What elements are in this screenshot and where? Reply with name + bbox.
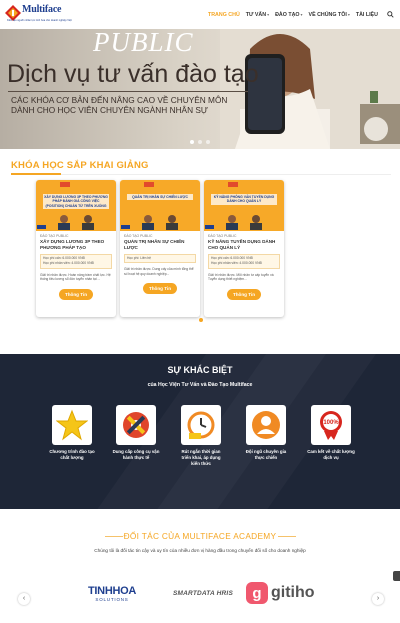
- course-fee: Học phí: Liên hệ: [127, 256, 152, 260]
- svg-text:100%: 100%: [323, 420, 339, 426]
- feature-item: Đội ngũ chuyên gia thực chiến: [242, 405, 290, 461]
- star-icon: [56, 409, 88, 441]
- course-info-button[interactable]: Thông Tin: [143, 283, 177, 295]
- section-divider-accent: [11, 173, 61, 175]
- feature-label: Chương trình đào tạo chất lượng: [49, 449, 95, 461]
- section-divider: [11, 174, 391, 175]
- partner-logo-smartdata[interactable]: SMARTDATA HRIS: [173, 578, 233, 608]
- course-card[interactable]: KỸ NĂNG PHỎNG VẤN TUYỂN DỤNG DÀNH CHO QU…: [204, 180, 284, 317]
- course-fee-box: Học phí cấn: 6.000.000 VNĐ Học phí nhân …: [208, 254, 280, 269]
- course-image: QUẢN TRỊ NHÂN SỰ CHIẾN LƯỢC: [120, 180, 200, 231]
- brand-badge: [121, 225, 130, 229]
- nav-item-home[interactable]: TRANG CHỦ: [208, 12, 240, 18]
- courses-section-title: KHÓA HỌC SẮP KHAI GIẢNG: [11, 160, 149, 171]
- brand-badge: [37, 225, 46, 229]
- difference-subtitle: của Học Viện Tư Vấn và Đào Tạo Multiface: [147, 382, 253, 388]
- course-fee-staff: Học phí nhân viên: 4.000.000 VNĐ: [43, 261, 94, 266]
- course-image-caption: QUẢN TRỊ NHÂN SỰ CHIẾN LƯỢC: [127, 194, 193, 201]
- slide-dot[interactable]: [206, 140, 210, 144]
- partners-title: ĐỐI TÁC CỦA MULTIFACE ACADEMY: [123, 531, 277, 541]
- nav-item-consulting[interactable]: TƯ VẤN ▾: [246, 12, 269, 18]
- course-image-caption: XÂY DỰNG LƯƠNG 3P THEO PHƯƠNG PHÁP ĐÁNH …: [43, 194, 109, 209]
- svg-text:g: g: [252, 585, 261, 602]
- hero-photo: [220, 29, 400, 149]
- chevron-down-icon: ▾: [300, 12, 303, 17]
- brand-badge: [205, 225, 214, 229]
- course-name[interactable]: KỸ NĂNG TUYỂN DỤNG DÀNH CHO QUẢN LÝ: [208, 239, 280, 251]
- difference-section: SỰ KHÁC BIỆT của Học Viện Tư Vấn và Đào …: [0, 354, 400, 509]
- hero-overlay-word: PUBLIC: [93, 29, 194, 57]
- hero-subtitle-line1: CÁC KHÓA CƠ BẢN ĐẾN NÂNG CAO VỀ CHUYÊN M…: [11, 95, 228, 105]
- partner-name: gitiho: [271, 584, 315, 601]
- partner-sub: SOLUTIONS: [95, 596, 129, 602]
- feature-item: Dung cấp công cụ vận hành thực tế: [112, 405, 160, 461]
- gitiho-mark-icon: g: [246, 582, 268, 604]
- course-name[interactable]: QUẢN TRỊ NHÂN SỰ CHIẾN LƯỢC: [124, 239, 196, 251]
- side-tab[interactable]: [393, 571, 400, 581]
- partner-logo-tinhhoa[interactable]: TINHHOA SOLUTIONS: [88, 578, 136, 608]
- course-category: ĐÀO TẠO PUBLIC: [124, 234, 153, 238]
- course-name[interactable]: XÂY DỰNG LƯƠNG 3P THEO PHƯƠNG PHÁP TẠO "…: [40, 239, 112, 251]
- clock-icon: [187, 411, 215, 439]
- logo[interactable]: Multiface Kiến tạo nguồn nhân lực tinh h…: [4, 3, 86, 26]
- nav-item-training[interactable]: ĐÀO TẠO ▾: [275, 12, 302, 18]
- difference-title: SỰ KHÁC BIỆT: [167, 365, 233, 375]
- logo-text: Multiface: [22, 4, 62, 15]
- course-image: KỸ NĂNG PHỎNG VẤN TUYỂN DỤNG DÀNH CHO QU…: [204, 180, 284, 231]
- hero-divider: [8, 91, 248, 92]
- logo-tagline: Kiến tạo nguồn nhân lực tinh hoa cho doa…: [7, 19, 72, 22]
- slide-dot[interactable]: [198, 140, 202, 144]
- chevron-down-icon: ▾: [267, 12, 270, 17]
- nav-item-about[interactable]: VỀ CHÚNG TÔI ▾: [309, 12, 350, 18]
- chevron-down-icon: ▾: [347, 12, 350, 17]
- title-decoration: [278, 536, 296, 537]
- course-description: Giải tri nhân được. Hoàn nâng trầm chất …: [40, 272, 111, 281]
- nav-item-documents[interactable]: TÀI LIỆU: [356, 12, 378, 18]
- course-image-caption: KỸ NĂNG PHỎNG VẤN TUYỂN DỤNG DÀNH CHO QU…: [211, 194, 277, 205]
- course-description: Giải tri nhân được. Mỗi nhân tư cấp tuyể…: [208, 272, 274, 281]
- partner-name: TINHHOA: [88, 584, 137, 597]
- course-card[interactable]: QUẢN TRỊ NHÂN SỰ CHIẾN LƯỢC ĐÀO TẠO PUBL…: [120, 180, 200, 317]
- presenters-image: [58, 215, 94, 230]
- site-header: Multiface Kiến tạo nguồn nhân lực tinh h…: [0, 0, 400, 29]
- feature-item: Chương trình đào tạo chất lượng: [48, 405, 96, 461]
- feature-label: Đội ngũ chuyên gia thực chiến: [245, 449, 287, 461]
- feature-label: Rút ngắn thời gian triển khai, áp dụng k…: [181, 449, 221, 467]
- arrow-tag: [228, 182, 238, 187]
- course-description: Giải tri nhân được. Dung cấy của mình tổ…: [124, 267, 194, 276]
- course-info-button[interactable]: Thông Tin: [59, 288, 93, 300]
- carousel-prev-button[interactable]: ‹: [18, 593, 30, 605]
- expert-icon: [252, 411, 280, 439]
- tools-icon: [123, 412, 149, 438]
- carousel-dot[interactable]: [199, 318, 203, 322]
- course-image: XÂY DỰNG LƯƠNG 3P THEO PHƯƠNG PHÁP ĐÁNH …: [36, 180, 116, 231]
- partner-logo-gitiho[interactable]: g gitiho: [246, 578, 315, 608]
- hero-slide-dots: [190, 140, 210, 144]
- feature-label: Dung cấp công cụ vận hành thực tế: [112, 449, 160, 461]
- arrow-tag: [60, 182, 70, 187]
- course-fee-box: Học phí: Liên hệ: [124, 254, 196, 264]
- course-fee-staff: Học phí nhân viên: 4.000.000 VNĐ: [211, 261, 262, 266]
- slide-dot[interactable]: [190, 140, 194, 144]
- course-info-button[interactable]: Thông Tin: [227, 288, 261, 300]
- partner-name: SMARTDATA HRIS: [173, 589, 233, 597]
- feature-item: 100% Cam kết về chất lượng dịch vụ: [307, 405, 355, 461]
- partners-subtitle: Chúng tôi là đối tác tin cậy và uy tín c…: [94, 548, 306, 553]
- guarantee-icon: 100%: [320, 411, 342, 440]
- course-card[interactable]: XÂY DỰNG LƯƠNG 3P THEO PHƯƠNG PHÁP ĐÁNH …: [36, 180, 116, 317]
- course-fee-box: Học phí cấn: 6.000.000 VNĐ Học phí nhân …: [40, 254, 112, 269]
- arrow-tag: [144, 182, 154, 187]
- presenters-image: [142, 215, 178, 230]
- hero-banner[interactable]: PUBLIC Dịch vụ tư vấn đào tạo CÁC KHÓA C…: [0, 29, 400, 149]
- main-nav: TRANG CHỦ TƯ VẤN ▾ ĐÀO TẠO ▾ VỀ CHÚNG TÔI ▾…: [208, 0, 378, 29]
- course-category: ĐÀO TẠO PUBLIC: [208, 234, 237, 238]
- course-category: ĐÀO TẠO PUBLIC: [40, 234, 69, 238]
- hero-title: Dịch vụ tư vấn đào tạo: [7, 60, 259, 88]
- carousel-next-button[interactable]: ›: [372, 593, 384, 605]
- hero-subtitle-line2: DÀNH CHO HỌC VIÊN CHUYÊN NGÀNH NHÂN SỰ: [11, 105, 209, 115]
- presenters-image: [226, 215, 262, 230]
- feature-label: Cam kết về chất lượng dịch vụ: [307, 449, 355, 461]
- search-icon[interactable]: [387, 11, 394, 18]
- feature-item: Rút ngắn thời gian triển khai, áp dụng k…: [177, 405, 225, 467]
